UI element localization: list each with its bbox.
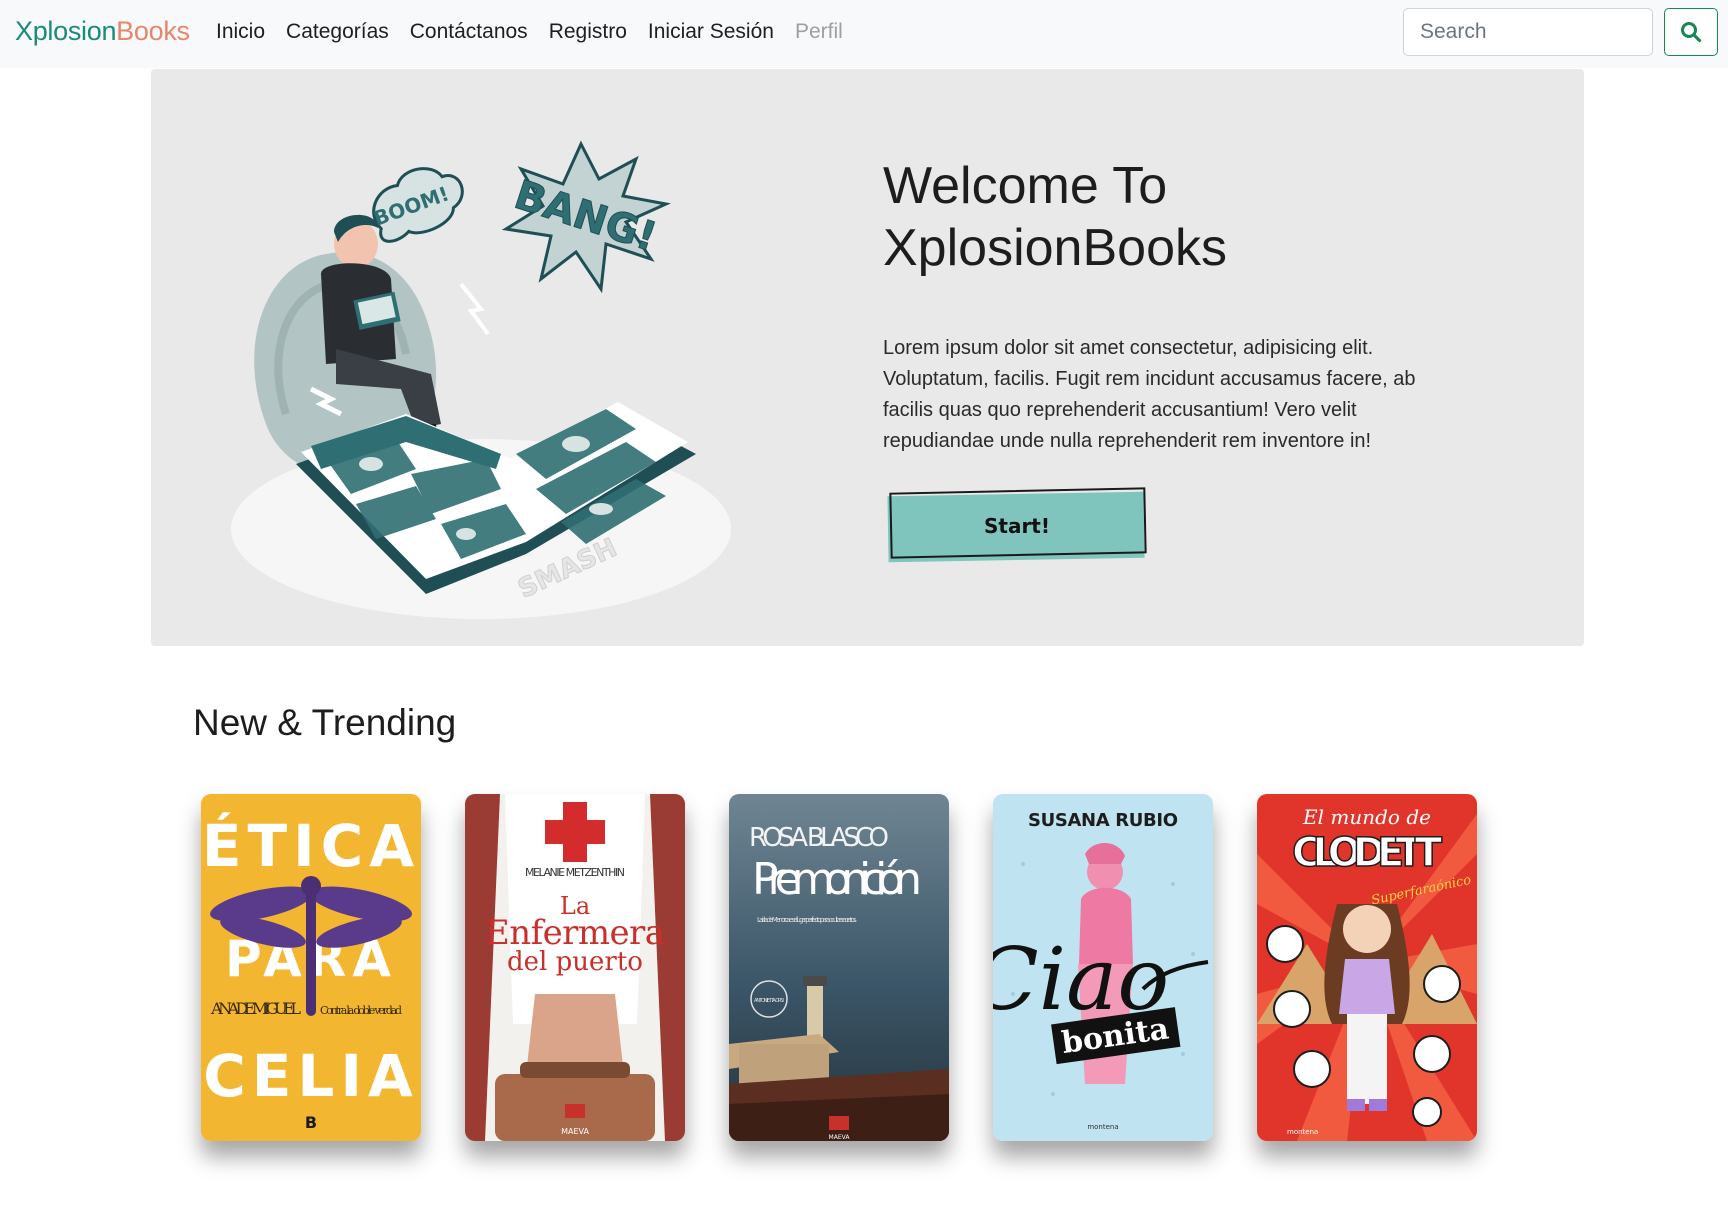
nav-link-perfil: Perfil bbox=[794, 20, 843, 43]
book1-title-bottom: CELIA bbox=[203, 1042, 419, 1110]
navbar: XplosionBooks Inicio Categorías Contácta… bbox=[0, 0, 1728, 68]
reading-comics-illustration: BOOM! BANG! SMASH bbox=[231, 140, 731, 619]
start-button[interactable]: Start! bbox=[887, 487, 1147, 563]
book4-author: SUSANA RUBIO bbox=[1028, 810, 1178, 831]
nav-links: Inicio Categorías Contáctanos Registro I… bbox=[216, 20, 864, 44]
nav-link-contactanos[interactable]: Contáctanos bbox=[410, 20, 528, 44]
book3-author: ROSA BLASCO bbox=[749, 823, 889, 853]
search-icon bbox=[1681, 22, 1702, 43]
brand-part-xplosion: Xplosion bbox=[15, 16, 117, 46]
book-cover-premonicion[interactable]: ROSA BLASCO Premonición La isla de Menor… bbox=[729, 794, 949, 1141]
start-button-label: Start! bbox=[983, 514, 1050, 538]
book1-subtitle: Contra la doble verdad bbox=[320, 1004, 402, 1017]
book1-title-top: ÉTICA bbox=[202, 811, 420, 880]
book3-badge: ANTONIETTA ORSI bbox=[754, 998, 784, 1004]
book-cover-el-mundo-de-clodett[interactable]: El mundo de CLODETT Superfaraónico monte… bbox=[1257, 794, 1477, 1141]
search-input[interactable] bbox=[1403, 8, 1653, 56]
book5-publisher: montena bbox=[1287, 1128, 1318, 1136]
trending-title: New & Trending bbox=[193, 702, 457, 743]
hero-jumbotron: BOOM! BANG! SMASH Welcome To XplosionBoo… bbox=[151, 69, 1584, 646]
nav-link-categorias[interactable]: Categorías bbox=[286, 20, 389, 44]
book3-publisher: MAEVA bbox=[829, 1134, 851, 1141]
hero-description: Lorem ipsum dolor sit amet consectetur, … bbox=[883, 337, 1416, 452]
book1-publisher: B bbox=[305, 1113, 317, 1132]
book1-author: ANA DE MIGUEL bbox=[210, 999, 301, 1018]
brand-logo[interactable]: XplosionBooks bbox=[15, 16, 190, 47]
book2-publisher: MAEVA bbox=[561, 1127, 589, 1136]
book-cover-ciao-bonita[interactable]: SUSANA RUBIO Ciao bonita montena bbox=[993, 794, 1213, 1141]
nav-link-inicio[interactable]: Inicio bbox=[216, 20, 265, 44]
brand-part-books: Books bbox=[116, 16, 190, 46]
book3-tagline: La isla de Menorca es el lugar perfecto … bbox=[757, 916, 857, 924]
book5-title-script: El mundo de bbox=[1302, 805, 1431, 829]
book4-publisher: montena bbox=[1087, 1123, 1118, 1131]
book2-author: MELANIE METZENTHIN bbox=[525, 866, 625, 879]
nav-link-registro[interactable]: Registro bbox=[549, 20, 627, 44]
book5-title: CLODETT bbox=[1292, 830, 1443, 876]
trending-books: ÉTICA PARA ANA DE MIGUEL Contra la doble… bbox=[201, 794, 1477, 1141]
nav-link-iniciar-sesion[interactable]: Iniciar Sesión bbox=[648, 20, 774, 44]
book3-title: Premonición bbox=[752, 854, 922, 905]
book2-title-line3: del puerto bbox=[507, 947, 643, 977]
book-cover-la-enfermera-del-puerto[interactable]: MELANIE METZENTHIN La Enfermera del puer… bbox=[465, 794, 685, 1141]
search-button[interactable] bbox=[1664, 8, 1718, 56]
hero-title: Welcome To XplosionBooks bbox=[883, 157, 1227, 277]
book-cover-etica-para-celia[interactable]: ÉTICA PARA ANA DE MIGUEL Contra la doble… bbox=[201, 794, 421, 1141]
